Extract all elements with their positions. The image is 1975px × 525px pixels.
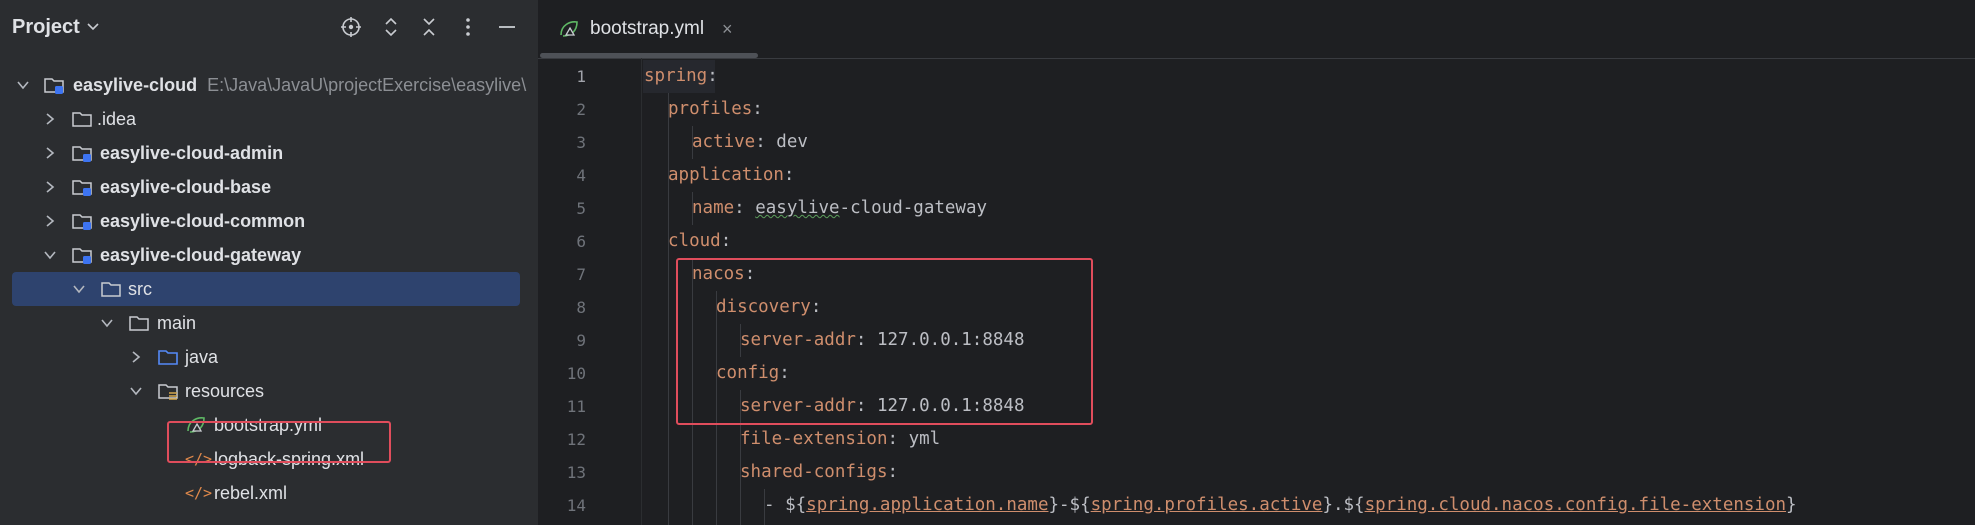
project-panel: Project easylive-cloud E:\Java\JavaU\proj…	[0, 0, 538, 525]
editor-tab-bar: bootstrap.yml ×	[538, 0, 1975, 59]
code-line: name: easylive-cloud-gateway	[692, 198, 988, 218]
line-number: 1	[576, 67, 586, 86]
tree-item-easylive-cloud-gateway[interactable]: easylive-cloud-gateway	[0, 238, 538, 272]
tree-item-label: easylive-cloud	[73, 75, 198, 95]
panel-title[interactable]: Project	[12, 16, 80, 39]
more-icon[interactable]	[455, 14, 481, 40]
line-number: 3	[576, 133, 586, 152]
tree-item-label: src	[128, 279, 152, 299]
code-line: profiles:	[668, 99, 763, 119]
line-number: 8	[576, 298, 586, 317]
line-number: 10	[566, 364, 586, 383]
chevron-down-icon[interactable]	[129, 384, 143, 398]
tree-item-path: E:\Java\JavaU\projectExercise\easylive\	[207, 75, 527, 95]
gutter-separator	[641, 58, 642, 525]
tab-bootstrap-yml[interactable]: bootstrap.yml ×	[558, 0, 733, 58]
target-icon[interactable]	[338, 14, 364, 40]
tree-item-label: easylive-cloud-base	[100, 177, 272, 197]
module-folder-icon	[72, 248, 92, 264]
code-line: - ${spring.application.name}-${spring.pr…	[764, 495, 1797, 515]
annotation-highlight-box	[167, 421, 391, 463]
close-icon[interactable]: ×	[722, 19, 733, 40]
tree-item-label: resources	[185, 381, 265, 401]
line-number: 6	[576, 232, 586, 251]
line-number: 5	[576, 199, 586, 218]
code-line: active: dev	[692, 132, 808, 152]
chevron-down-icon[interactable]	[16, 78, 30, 92]
tree-item-rebel-xml[interactable]: </> rebel.xml	[0, 476, 538, 510]
tree-item-label: rebel.xml	[214, 483, 288, 503]
module-folder-icon	[72, 214, 92, 230]
chevron-right-icon[interactable]	[43, 146, 57, 160]
line-number: 12	[566, 430, 586, 449]
tree-item-easylive-cloud-common[interactable]: easylive-cloud-common	[0, 204, 538, 238]
tree-item-java[interactable]: java	[0, 340, 538, 374]
code-line: shared-configs:	[740, 462, 899, 482]
code-line: cloud:	[668, 231, 732, 251]
code-line: application:	[668, 165, 795, 185]
collapse-all-icon[interactable]	[416, 14, 442, 40]
annotation-highlight-box	[676, 258, 1093, 425]
folder-icon	[101, 282, 121, 297]
code-line: file-extension: yml	[740, 429, 941, 449]
editor: bootstrap.yml × 1 2 3 4 5 6 7 8 9 10 11 …	[538, 0, 1975, 525]
source-folder-icon	[158, 350, 178, 365]
chevron-down-icon[interactable]	[100, 316, 114, 330]
spring-yaml-icon	[560, 21, 578, 37]
folder-icon	[129, 316, 149, 331]
chevron-down-icon[interactable]	[86, 19, 100, 33]
tree-item-main[interactable]: main	[0, 306, 538, 340]
line-number: 7	[576, 265, 586, 284]
chevron-right-icon[interactable]	[129, 350, 143, 364]
code-line: spring:	[644, 66, 718, 86]
line-number: 9	[576, 331, 586, 350]
chevron-down-icon[interactable]	[72, 282, 86, 296]
tab-label: bootstrap.yml	[590, 18, 705, 39]
selection-highlight	[12, 272, 520, 306]
active-tab-indicator	[540, 53, 758, 58]
line-number: 13	[566, 463, 586, 482]
tree-item-easylive-cloud-admin[interactable]: easylive-cloud-admin	[0, 136, 538, 170]
xml-icon: </>	[185, 484, 213, 502]
chevron-right-icon[interactable]	[43, 112, 57, 126]
folder-icon	[72, 112, 92, 127]
chevron-down-icon[interactable]	[43, 248, 57, 262]
module-folder-icon	[72, 146, 92, 162]
module-folder-icon	[44, 78, 64, 94]
tree-item-label: java	[185, 347, 219, 367]
line-number: 2	[576, 100, 586, 119]
tree-item-resources[interactable]: resources	[0, 374, 538, 408]
tree-item-easylive-cloud[interactable]: easylive-cloud E:\Java\JavaU\projectExerc…	[0, 68, 538, 102]
tree-item-easylive-cloud-base[interactable]: easylive-cloud-base	[0, 170, 538, 204]
tree-item-idea[interactable]: .idea	[0, 102, 538, 136]
line-number: 4	[576, 166, 586, 185]
resources-folder-icon	[158, 384, 178, 400]
expand-all-icon[interactable]	[378, 14, 404, 40]
tree-item-label: main	[157, 313, 197, 333]
tree-item-label: .idea	[97, 109, 137, 129]
tree-item-label: easylive-cloud-common	[100, 211, 306, 231]
tree-item-label: easylive-cloud-admin	[100, 143, 284, 163]
tree-item-src[interactable]: src	[0, 272, 538, 306]
chevron-right-icon[interactable]	[43, 214, 57, 228]
line-number: 11	[566, 397, 586, 416]
tree-item-label: easylive-cloud-gateway	[100, 245, 302, 265]
line-number: 14	[566, 496, 586, 515]
minimize-icon[interactable]	[494, 14, 520, 40]
module-folder-icon	[72, 180, 92, 196]
chevron-right-icon[interactable]	[43, 180, 57, 194]
project-panel-header: Project	[0, 0, 538, 58]
